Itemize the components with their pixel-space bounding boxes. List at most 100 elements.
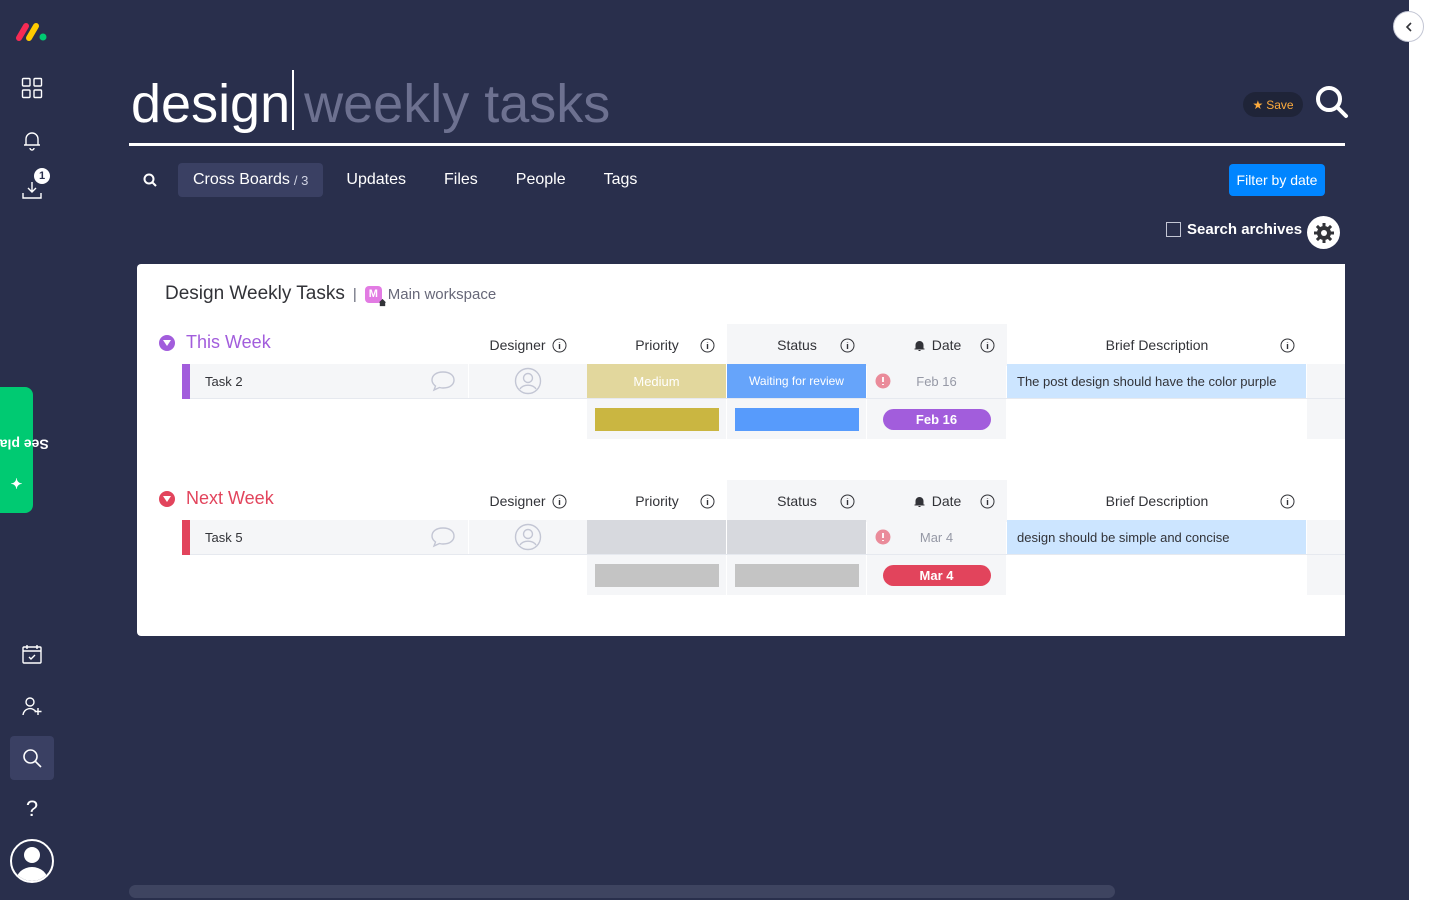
designer-cell[interactable] — [469, 364, 587, 398]
column-header-priority[interactable]: Priority — [587, 480, 727, 522]
description-text: design should be simple and concise — [1017, 529, 1230, 545]
home-icon — [378, 298, 386, 306]
tab-people[interactable]: People — [501, 163, 581, 197]
inbox-button[interactable]: 1 — [10, 168, 54, 212]
date-cell[interactable]: Mar 4 — [867, 520, 1006, 554]
search-underline — [129, 143, 1345, 146]
monday-logo[interactable] — [10, 10, 54, 54]
column-header-date[interactable]: Date — [867, 480, 1007, 522]
notification-badge: 1 — [34, 168, 50, 184]
item-name-cell[interactable]: Task 2 — [182, 364, 468, 399]
date-cell[interactable]: Feb 16 — [867, 364, 1006, 398]
collapse-group-icon[interactable] — [159, 490, 175, 507]
filter-by-date-button[interactable]: Filter by date — [1229, 164, 1325, 196]
column-label: Priority — [635, 337, 679, 353]
column-header-status[interactable]: Status — [727, 480, 867, 522]
search-tabs: Cross Boards / 3 Updates Files People Ta… — [136, 163, 660, 197]
column-label: Date — [931, 337, 962, 353]
board-title-row: Design Weekly Tasks | M Main workspace — [165, 283, 496, 306]
group-color-bar — [182, 520, 190, 555]
description-text: The post design should have the color pu… — [1017, 373, 1277, 389]
notifications-button[interactable] — [10, 118, 54, 162]
status-summary — [727, 555, 866, 595]
column-header-status[interactable]: Status — [727, 324, 867, 366]
group-header-this-week: This Week Designer Priority Status Date … — [137, 324, 1345, 366]
column-label: Brief Description — [1105, 493, 1209, 509]
column-header-date[interactable]: Date — [867, 324, 1007, 366]
save-search-button[interactable]: ★ Save — [1243, 92, 1303, 117]
info-icon[interactable] — [552, 494, 567, 509]
item-name-cell[interactable]: Task 5 — [182, 520, 468, 555]
status-cell[interactable]: Waiting for review — [727, 364, 866, 398]
group-title[interactable]: This Week — [159, 332, 271, 353]
search-everything-button[interactable] — [10, 736, 54, 780]
priority-cell[interactable]: Medium — [587, 364, 726, 398]
collapse-panel-button[interactable] — [1393, 11, 1424, 42]
chevron-left-icon — [1405, 21, 1412, 32]
person-icon — [16, 847, 48, 881]
comment-bubble-icon[interactable] — [430, 370, 456, 392]
column-label: Designer — [489, 493, 546, 509]
search-input[interactable]: design weekly tasks — [131, 70, 610, 137]
info-icon[interactable] — [552, 338, 567, 353]
status-cell[interactable] — [727, 520, 866, 554]
column-header-designer[interactable]: Designer — [469, 324, 587, 366]
info-icon[interactable] — [980, 494, 995, 509]
column-header-brief-description[interactable]: Brief Description — [1007, 324, 1307, 366]
info-icon[interactable] — [980, 338, 995, 353]
description-cell[interactable]: The post design should have the color pu… — [1007, 364, 1306, 398]
my-work-button[interactable] — [10, 632, 54, 676]
info-icon[interactable] — [700, 494, 715, 509]
tab-search[interactable] — [136, 163, 164, 197]
column-label: Brief Description — [1105, 337, 1209, 353]
archive-checkbox[interactable] — [1166, 222, 1181, 237]
info-icon[interactable] — [840, 494, 855, 509]
text-caret — [292, 70, 295, 130]
invite-members-button[interactable] — [10, 684, 54, 728]
search-submit-button[interactable] — [1312, 82, 1352, 122]
info-icon[interactable] — [1280, 494, 1295, 509]
column-header-designer[interactable]: Designer — [469, 480, 587, 522]
priority-summary — [587, 555, 726, 595]
user-avatar[interactable] — [10, 839, 54, 883]
info-icon[interactable] — [1280, 338, 1295, 353]
workspace-name[interactable]: Main workspace — [388, 286, 496, 303]
empty-person-icon — [514, 367, 542, 395]
column-label: Date — [931, 493, 962, 509]
collapse-group-icon[interactable] — [159, 334, 175, 351]
add-user-icon — [22, 697, 42, 716]
see-plans-button[interactable]: ✦ See plans — [0, 387, 49, 513]
tab-cross-boards[interactable]: Cross Boards / 3 — [178, 163, 324, 197]
column-header-brief-description[interactable]: Brief Description — [1007, 480, 1307, 522]
group-title[interactable]: Next Week — [159, 488, 274, 509]
designer-cell[interactable] — [469, 520, 587, 554]
horizontal-scrollbar[interactable] — [129, 885, 1115, 898]
table-row[interactable]: Task 2 Medium Waiting for review Feb 16 … — [182, 364, 1345, 399]
tab-label: Cross Boards — [193, 171, 290, 188]
workspaces-button[interactable] — [10, 66, 54, 110]
see-plans-text: See plans — [0, 436, 49, 453]
info-icon[interactable] — [700, 338, 715, 353]
workspace-icon: M — [364, 285, 386, 306]
date-summary-pill: Mar 4 — [882, 564, 991, 586]
bell-icon — [914, 496, 925, 507]
board-title[interactable]: Design Weekly Tasks — [165, 283, 345, 305]
table-row[interactable]: Task 5 Mar 4 design should be simple and… — [182, 520, 1345, 555]
triangle-down-icon — [163, 495, 171, 502]
group-color-bar — [182, 364, 190, 399]
priority-cell[interactable] — [587, 520, 726, 554]
tab-files[interactable]: Files — [429, 163, 493, 197]
left-rail: 1 ✦ See plans ? — [0, 0, 64, 900]
column-header-priority[interactable]: Priority — [587, 324, 727, 366]
column-label: Status — [777, 337, 817, 353]
description-cell[interactable]: design should be simple and concise — [1007, 520, 1306, 554]
info-icon[interactable] — [840, 338, 855, 353]
settings-button[interactable] — [1307, 216, 1340, 249]
search-archives-toggle[interactable]: Search archives — [1166, 221, 1302, 238]
search-typed-text: design — [131, 74, 291, 134]
title-separator: | — [352, 285, 357, 303]
tab-tags[interactable]: Tags — [589, 163, 653, 197]
tab-updates[interactable]: Updates — [331, 163, 421, 197]
comment-bubble-icon[interactable] — [430, 526, 456, 548]
help-button[interactable]: ? — [10, 787, 54, 831]
